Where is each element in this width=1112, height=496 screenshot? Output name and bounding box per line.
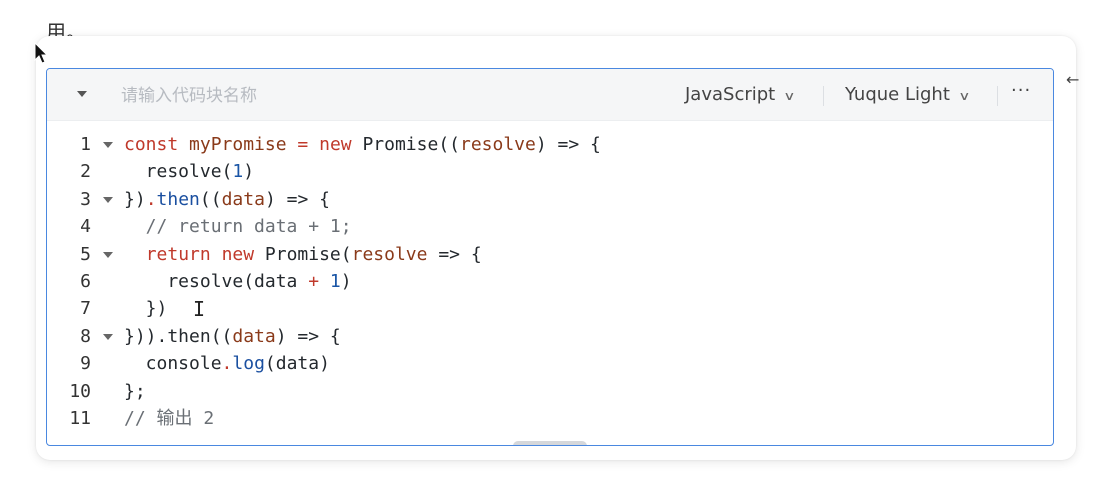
horizontal-scrollbar[interactable]: [513, 441, 587, 445]
code-token: new: [319, 134, 352, 155]
code-text: const myPromise = new Promise((resolve) …: [124, 131, 601, 158]
collapse-toggle-icon[interactable]: [77, 91, 87, 97]
more-options-button[interactable]: ···: [1011, 80, 1031, 101]
chevron-down-icon: ∨: [783, 89, 796, 103]
code-line: 4 // return data + 1;: [47, 213, 1053, 240]
code-token: 1: [232, 161, 244, 183]
code-token: resolve: [351, 243, 428, 265]
code-text: resolve(data + 1): [124, 268, 352, 295]
language-label: JavaScript: [685, 84, 776, 105]
fold-toggle-icon[interactable]: [103, 196, 113, 203]
code-token: 1: [329, 270, 341, 292]
code-token: })).then((: [124, 325, 233, 347]
left-arrow-icon: ←: [1066, 70, 1080, 89]
code-token: => {: [427, 243, 482, 265]
code-token: return: [145, 243, 211, 265]
code-token: .: [145, 188, 157, 210]
code-line: 1 const myPromise = new Promise((resolve)…: [47, 131, 1053, 158]
code-text: }).then((data) => {: [124, 186, 330, 213]
code-token: };: [124, 380, 146, 402]
code-text: // return data + 1;: [124, 213, 352, 240]
code-token: console: [124, 353, 222, 375]
toolbar-divider: [997, 86, 998, 106]
code-token: then: [156, 188, 200, 210]
line-number: 4: [80, 216, 91, 238]
code-token: ): [340, 270, 352, 292]
code-token: resolve: [460, 134, 536, 155]
code-block[interactable]: JavaScript ∨ Yuque Light ∨ ··· 1 const myPr…: [46, 68, 1054, 446]
code-editor[interactable]: 1 const myPromise = new Promise((resolve)…: [47, 131, 1053, 432]
code-token: data: [232, 325, 276, 347]
code-token: resolve(: [124, 161, 233, 183]
code-text: resolve(1): [124, 158, 254, 185]
code-block-name-input[interactable]: [119, 82, 443, 110]
fold-toggle-icon[interactable]: [103, 251, 113, 258]
code-token: // 输出 2: [124, 407, 215, 429]
line-number: 1: [80, 134, 91, 155]
code-token: data: [221, 188, 265, 210]
code-line: 2 resolve(1): [47, 158, 1053, 185]
text-cursor-icon: I: [193, 297, 206, 321]
code-line: 11 // 输出 2: [47, 405, 1053, 432]
code-token: ): [243, 161, 255, 183]
code-text: // 输出 2: [124, 405, 214, 432]
code-line: 6 resolve(data + 1): [47, 268, 1053, 295]
code-text: }): [124, 295, 168, 322]
code-text: };: [124, 378, 146, 405]
code-line: 3}).then((data) => {: [47, 186, 1053, 213]
line-number: 10: [69, 380, 91, 402]
code-token: log: [232, 353, 265, 375]
fold-toggle-icon[interactable]: [103, 333, 113, 340]
theme-label: Yuque Light: [845, 84, 950, 105]
code-text: })).then((data) => {: [124, 323, 341, 350]
code-token: resolve(data: [124, 270, 309, 292]
code-text: console.log(data): [124, 350, 330, 377]
toolbar-divider: [823, 86, 824, 106]
code-token: const: [124, 134, 190, 155]
code-text: return new Promise(resolve => {: [124, 241, 482, 268]
code-line: 8 })).then((data) => {: [47, 323, 1053, 350]
line-number: 11: [69, 407, 91, 429]
code-token: Promise((: [351, 134, 460, 155]
fold-toggle-icon[interactable]: [103, 142, 113, 148]
language-select[interactable]: JavaScript ∨: [685, 82, 796, 109]
code-token: ) => {: [275, 325, 341, 347]
line-number: 9: [80, 353, 91, 375]
code-line: 10};: [47, 378, 1053, 405]
line-number: 5: [80, 243, 91, 265]
code-token: .: [221, 353, 233, 375]
code-line: 9 console.log(data): [47, 350, 1053, 377]
code-token: +: [308, 270, 320, 292]
code-token: Promise(: [254, 243, 352, 265]
line-number: 8: [80, 325, 91, 347]
line-number: 7: [80, 298, 91, 320]
code-line: 5 return new Promise(resolve => {: [47, 241, 1053, 268]
code-token: }): [124, 188, 146, 210]
code-token: myPromise: [189, 134, 287, 155]
code-token: ((: [199, 188, 222, 210]
theme-select[interactable]: Yuque Light ∨: [845, 82, 971, 109]
line-number: 6: [80, 270, 91, 292]
code-token: (data): [264, 353, 330, 375]
code-token: // return data + 1;: [124, 216, 352, 238]
chevron-down-icon: ∨: [958, 89, 971, 103]
code-token: ) => {: [264, 188, 330, 210]
line-number: 2: [80, 161, 91, 183]
code-token: }): [124, 298, 168, 320]
mouse-pointer-icon: [34, 42, 49, 64]
line-number: 3: [80, 188, 91, 210]
code-block-toolbar: JavaScript ∨ Yuque Light ∨ ···: [47, 69, 1053, 121]
code-token: ) => {: [535, 134, 601, 155]
code-token: new: [221, 243, 255, 265]
code-token: =: [297, 134, 309, 155]
